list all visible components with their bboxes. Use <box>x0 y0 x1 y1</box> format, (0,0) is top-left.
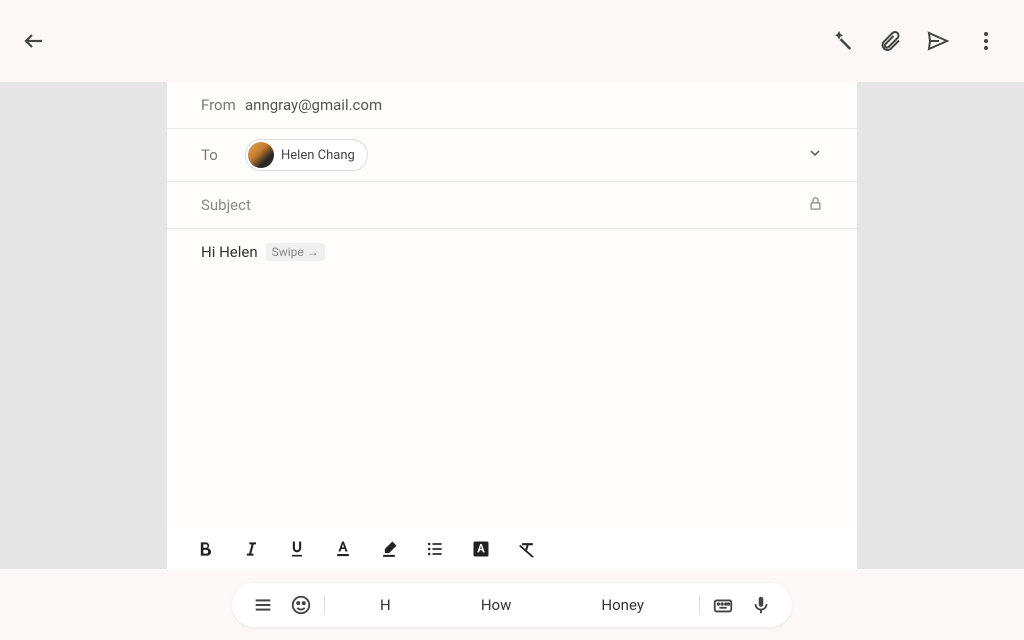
divider <box>324 595 325 615</box>
suggestion-2[interactable]: How <box>461 596 532 614</box>
attach-icon[interactable] <box>874 25 906 57</box>
subject-placeholder: Subject <box>201 196 251 214</box>
top-bar-left <box>18 25 50 57</box>
send-button[interactable] <box>922 25 954 57</box>
hamburger-icon[interactable] <box>250 594 276 616</box>
keyboard-icon[interactable] <box>710 594 736 616</box>
suggestion-bar: H How Honey <box>232 583 792 627</box>
back-button[interactable] <box>18 25 50 57</box>
more-menu-icon[interactable] <box>970 25 1002 57</box>
from-value: anngray@gmail.com <box>245 96 382 114</box>
bullet-list-button[interactable] <box>423 537 447 561</box>
divider <box>699 595 700 615</box>
chevron-down-icon[interactable] <box>807 145 823 165</box>
from-label: From <box>201 96 245 114</box>
font-button[interactable] <box>469 537 493 561</box>
swipe-hint: Swipe → <box>266 243 325 261</box>
subject-row[interactable]: Subject <box>167 182 857 229</box>
recipient-name: Helen Chang <box>281 148 355 163</box>
text-color-button[interactable] <box>331 537 355 561</box>
format-toolbar <box>167 529 857 569</box>
to-row[interactable]: To Helen Chang <box>167 129 857 182</box>
avatar <box>248 142 274 168</box>
magic-wand-icon[interactable] <box>826 25 858 57</box>
keyboard-strip: H How Honey <box>0 569 1024 640</box>
emoji-icon[interactable] <box>288 594 314 616</box>
from-row[interactable]: From anngray@gmail.com <box>167 82 857 129</box>
top-bar <box>0 0 1024 82</box>
highlight-button[interactable] <box>377 537 401 561</box>
to-label: To <box>201 146 245 164</box>
compose-body[interactable]: Hi Helen Swipe → <box>167 229 857 275</box>
suggestion-items: H How Honey <box>335 596 689 614</box>
bold-button[interactable] <box>193 537 217 561</box>
suggestion-3[interactable]: Honey <box>581 596 664 614</box>
compose-card: From anngray@gmail.com To Helen Chang Su… <box>167 82 857 529</box>
mic-icon[interactable] <box>748 594 774 616</box>
top-bar-right <box>826 25 1006 57</box>
recipient-chip[interactable]: Helen Chang <box>245 139 368 171</box>
suggestion-1[interactable]: H <box>360 596 411 614</box>
italic-button[interactable] <box>239 537 263 561</box>
clear-format-button[interactable] <box>515 537 539 561</box>
underline-button[interactable] <box>285 537 309 561</box>
lock-icon[interactable] <box>808 196 823 215</box>
body-text: Hi Helen <box>201 243 258 261</box>
